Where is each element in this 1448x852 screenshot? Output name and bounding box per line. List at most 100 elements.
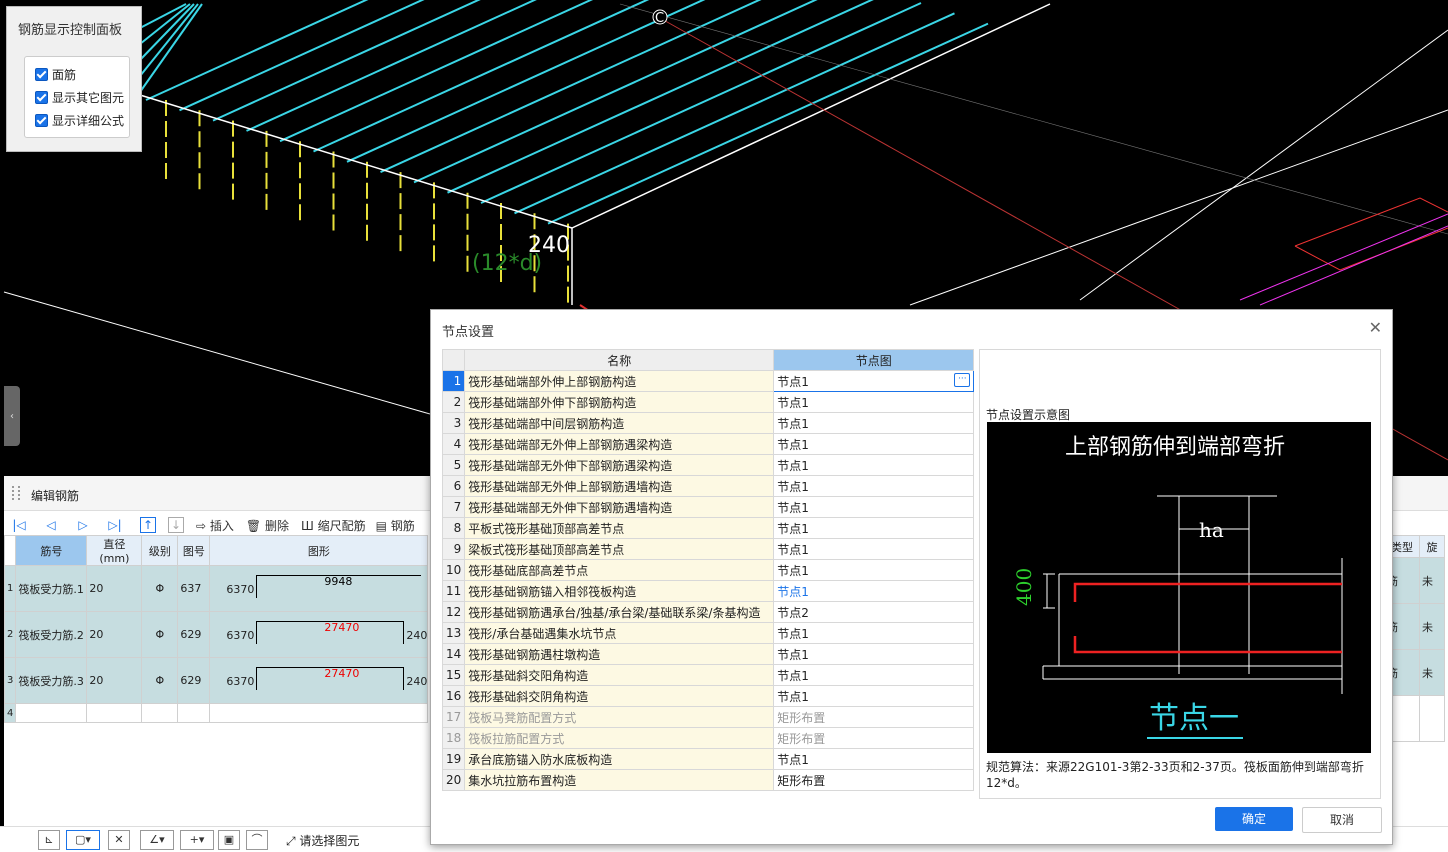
diameter-cell[interactable] [86, 703, 143, 723]
node-row[interactable]: 15 筏形基础斜交阳角构造 节点1 [441, 664, 975, 686]
node-value[interactable]: 节点1 [773, 643, 975, 665]
checkbox-show-formula[interactable]: 显示详细公式 [35, 112, 124, 129]
node-row[interactable]: 14 筏形基础钢筋遇柱墩构造 节点1 [441, 643, 975, 665]
cross-icon[interactable]: ✕ [108, 830, 130, 850]
node-value[interactable]: 节点1 [773, 559, 975, 581]
ok-button[interactable]: 确定 [1215, 807, 1293, 831]
table-row[interactable]: 3 筏板受力筋.3 20 Φ 629 6370 27470 240 [3, 657, 429, 704]
node-row[interactable]: 13 筏形/承台基础遇集水坑节点 节点1 [441, 622, 975, 644]
node-name: 筏板拉筋配置方式 [464, 727, 775, 749]
side-collapse-tab[interactable]: ‹ [4, 386, 20, 446]
node-value[interactable]: 节点1 [773, 391, 975, 413]
node-value[interactable]: 节点1 [773, 538, 975, 560]
grade-cell[interactable]: Φ [141, 611, 179, 658]
snap-box-icon[interactable]: ▢▾ [66, 830, 100, 850]
next-icon[interactable]: ▷ [76, 518, 90, 532]
node-row[interactable]: 11 筏形基础钢筋锚入相邻筏板构造 节点1 [441, 580, 975, 602]
node-row[interactable]: 20 集水坑拉筋布置构造 矩形布置 [441, 769, 975, 791]
scale-rebar-button[interactable]: Ш 缩尺配筋 [301, 517, 366, 534]
node-value[interactable]: 节点1 [773, 580, 975, 602]
node-value[interactable]: 节点1 [773, 517, 975, 539]
table-row[interactable]: 2 筏板受力筋.2 20 Φ 629 6370 27470 240 [3, 611, 429, 658]
node-row[interactable]: 9 梁板式筏形基础顶部高差节点 节点1 [441, 538, 975, 560]
node-value[interactable]: 矩形布置 [773, 706, 975, 728]
node-value[interactable]: 节点1 [773, 622, 975, 644]
diagram-dim: 400 [1012, 568, 1036, 606]
shape-cell[interactable] [209, 703, 429, 723]
prev-icon[interactable]: ◁ [44, 518, 58, 532]
row-number: 2 [441, 391, 466, 413]
grade-cell[interactable] [141, 703, 179, 723]
figure-no-cell[interactable]: 629 [177, 657, 211, 704]
move-down-icon[interactable]: ↓ [168, 517, 184, 533]
node-value[interactable]: 节点1 [773, 664, 975, 686]
row-number: 5 [441, 454, 466, 476]
checkbox-face-rebar[interactable]: 面筋 [35, 66, 76, 83]
node-value[interactable]: 节点1 [773, 748, 975, 770]
rebar-line [246, 0, 537, 132]
drag-handle-icon[interactable] [12, 486, 20, 500]
print-icon[interactable]: ▣ [218, 830, 240, 850]
diameter-cell[interactable]: 20 [86, 611, 143, 658]
col-fig: 图号 [177, 535, 211, 566]
row-number: 11 [441, 580, 466, 602]
table-row[interactable]: 1 筏板受力筋.1 20 Φ 637 6370 9948 [3, 565, 429, 612]
bar-name-cell[interactable]: 筏板受力筋.3 [15, 657, 88, 704]
node-value[interactable]: 节点1 [773, 496, 975, 518]
close-icon[interactable]: ✕ [1369, 318, 1382, 337]
grade-cell[interactable]: Φ [141, 657, 179, 704]
ortho-icon[interactable]: ⊾ [38, 830, 60, 850]
shape-cell[interactable]: 6370 27470 240 [209, 657, 429, 704]
node-value[interactable]: 节点1 [773, 454, 975, 476]
curve-icon[interactable]: ⌒ [246, 830, 268, 850]
node-row[interactable]: 8 平板式筏形基础顶部高差节点 节点1 [441, 517, 975, 539]
edit-toolbar: |◁ ◁ ▷ ▷| ↑ ↓ ⇨ 插入 🗑 删除 Ш 缩尺配筋 ▤ 钢筋 [12, 514, 415, 536]
bar-name-cell[interactable]: 筏板受力筋.1 [15, 565, 88, 612]
grade-cell[interactable]: Φ [141, 565, 179, 612]
node-row[interactable]: 12 筏形基础钢筋遇承台/独基/承台梁/基础联系梁/条基构造 节点2 [441, 601, 975, 623]
node-value[interactable]: 矩形布置 [773, 769, 975, 791]
node-row[interactable]: 18 筏板拉筋配置方式 矩形布置 [441, 727, 975, 749]
node-value[interactable]: 节点1 [773, 433, 975, 455]
node-row[interactable]: 1 筏形基础端部外伸上部钢筋构造 节点1 ··· [441, 370, 975, 392]
node-row[interactable]: 10 筏形基础底部高差节点 节点1 [441, 559, 975, 581]
node-value[interactable]: 节点1 [773, 412, 975, 434]
node-value[interactable]: 节点1 [773, 685, 975, 707]
figure-no-cell[interactable] [177, 703, 211, 723]
insert-button[interactable]: ⇨ 插入 [196, 517, 234, 534]
bar-name-cell[interactable] [15, 703, 88, 723]
diameter-cell[interactable]: 20 [86, 565, 143, 612]
node-value[interactable]: 节点1 [773, 475, 975, 497]
node-value[interactable]: 矩形布置 [773, 727, 975, 749]
node-row[interactable]: 5 筏形基础端部无外伸下部钢筋遇梁构造 节点1 [441, 454, 975, 476]
cancel-button[interactable]: 取消 [1302, 807, 1382, 833]
move-up-icon[interactable]: ↑ [140, 517, 156, 533]
shape-left-value: 6370 [226, 628, 255, 642]
more-options-icon[interactable]: ··· [954, 372, 971, 387]
figure-no-cell[interactable]: 637 [177, 565, 211, 612]
last-icon[interactable]: ▷| [108, 518, 122, 532]
node-row[interactable]: 17 筏板马凳筋配置方式 矩形布置 [441, 706, 975, 728]
table-row[interactable]: 4 [3, 703, 429, 723]
angle-icon[interactable]: ∠▾ [140, 830, 174, 850]
delete-button[interactable]: 🗑 删除 [246, 517, 289, 534]
node-value[interactable]: 节点2 [773, 601, 975, 623]
node-row[interactable]: 19 承台底筋锚入防水底板构造 节点1 [441, 748, 975, 770]
node-row[interactable]: 4 筏形基础端部无外伸上部钢筋遇梁构造 节点1 [441, 433, 975, 455]
col-name: 名称 [464, 349, 775, 371]
shape-cell[interactable]: 6370 9948 [209, 565, 429, 612]
node-row[interactable]: 2 筏形基础端部外伸下部钢筋构造 节点1 [441, 391, 975, 413]
bar-name-cell[interactable]: 筏板受力筋.2 [15, 611, 88, 658]
figure-no-cell[interactable]: 629 [177, 611, 211, 658]
node-row[interactable]: 3 筏形基础端部中间层钢筋构造 节点1 [441, 412, 975, 434]
offset-icon[interactable]: +▾ [180, 830, 214, 850]
node-row[interactable]: 7 筏形基础端部无外伸下部钢筋遇墙构造 节点1 [441, 496, 975, 518]
node-row[interactable]: 6 筏形基础端部无外伸上部钢筋遇墙构造 节点1 [441, 475, 975, 497]
rebar-lib-button[interactable]: ▤ 钢筋 [376, 517, 415, 534]
node-value[interactable]: 节点1 ··· [773, 370, 975, 392]
diameter-cell[interactable]: 20 [86, 657, 143, 704]
checkbox-show-other[interactable]: 显示其它图元 [35, 89, 124, 106]
first-icon[interactable]: |◁ [12, 518, 26, 532]
shape-cell[interactable]: 6370 27470 240 [209, 611, 429, 658]
node-row[interactable]: 16 筏形基础斜交阴角构造 节点1 [441, 685, 975, 707]
